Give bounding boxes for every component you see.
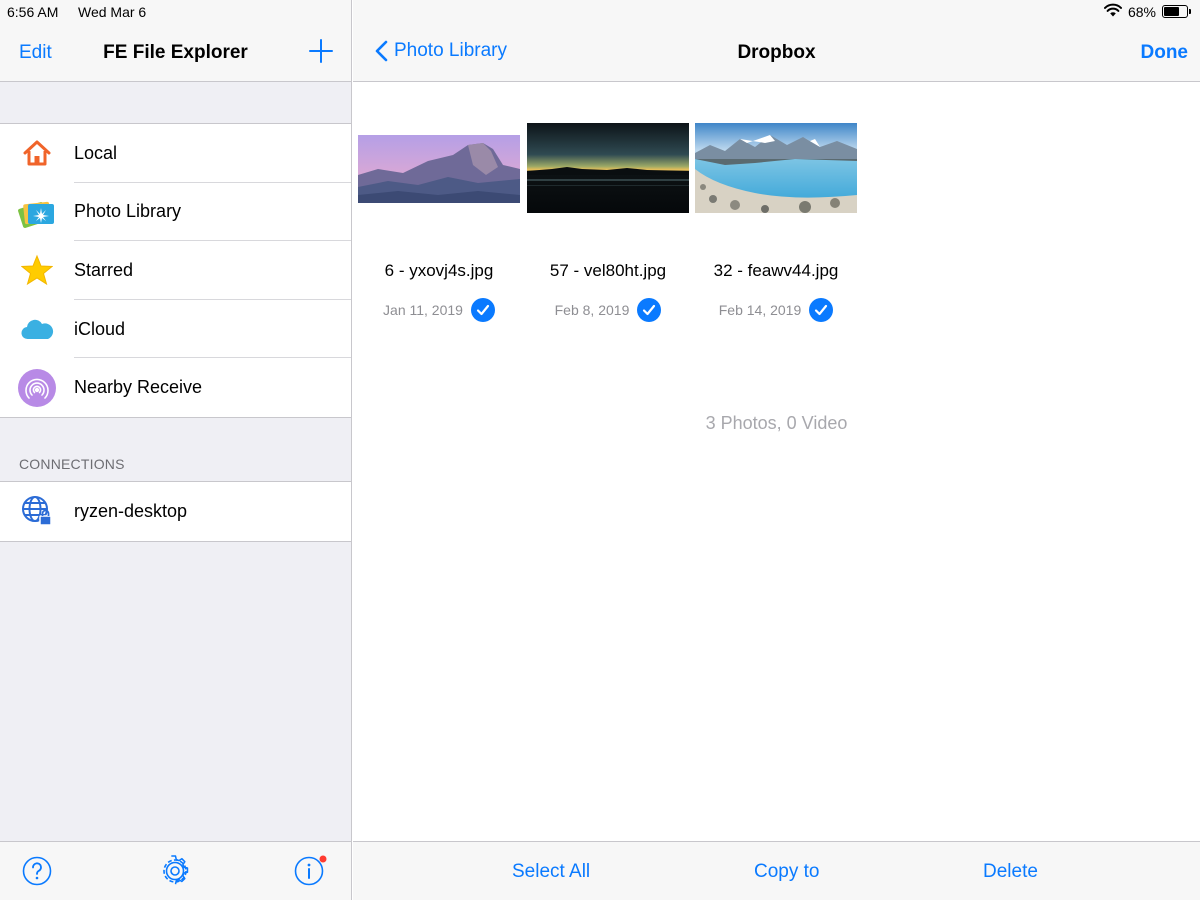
sidebar-item-starred[interactable]: Starred [0,241,351,300]
connections-list: ryzen-desktop [0,481,351,542]
status-date: Wed Mar 6 [78,4,147,20]
photo-date: Feb 14, 2019 [718,302,802,318]
chevron-left-icon [375,40,388,62]
select-all-button[interactable]: Select All [512,861,590,883]
home-icon [18,134,56,172]
sidebar-item-label: Photo Library [74,201,182,222]
back-button[interactable]: Photo Library [375,40,507,62]
help-icon[interactable] [21,855,53,887]
main-toolbar: Select All Copy to Delete [353,841,1200,900]
connection-item-ryzen-desktop[interactable]: ryzen-desktop [0,482,351,541]
photo-date: Jan 11, 2019 [383,302,463,318]
sidebar-item-label: Starred [74,259,134,280]
wifi-icon [1103,3,1122,20]
sidebar-title: FE File Explorer [103,42,248,63]
photo-filename: 32 - feawv44.jpg [713,261,839,280]
photo-thumbnail [527,123,689,213]
photo-thumbnail [695,123,857,213]
globe-lock-icon [18,492,56,530]
delete-button[interactable]: Delete [983,861,1038,883]
photo-thumbnail [358,135,520,203]
sidebar: Edit FE File Explorer Local Photo Librar… [0,0,352,900]
status-right: 68% [1103,3,1191,20]
sidebar-item-icloud[interactable]: iCloud [0,300,351,359]
photo-count: 3 Photos, 0 Video [705,413,848,433]
sidebar-item-label: iCloud [74,318,126,339]
photo-meta: Jan 11, 2019 [358,298,520,322]
status-bar: 6:56 AM Wed Mar 6 68% [0,0,1200,24]
edit-button[interactable]: Edit [19,42,52,64]
sidebar-item-photo-library[interactable]: Photo Library [0,183,351,242]
sidebar-item-local[interactable]: Local [0,124,351,183]
plus-icon[interactable] [306,36,336,66]
battery-icon [1162,5,1191,18]
copy-to-button[interactable]: Copy to [754,861,819,883]
battery-level [1164,7,1179,16]
sidebar-item-nearby-receive[interactable]: Nearby Receive [0,358,351,417]
photo-meta: Feb 14, 2019 [695,298,857,322]
back-label: Photo Library [394,40,508,61]
checkmark-icon [809,298,834,322]
sidebar-item-label: Local [74,142,118,163]
photo-library-icon [18,193,56,231]
done-button[interactable]: Done [1141,42,1189,64]
cloud-icon [18,310,56,348]
photo-filename: 57 - vel80ht.jpg [549,261,667,280]
star-icon [18,251,56,289]
connections-header: CONNECTIONS [19,456,125,472]
checkmark-icon [470,298,495,322]
battery-percent: 68% [1127,3,1156,20]
nearby-receive-icon [18,368,56,407]
locations-list: Local Photo Library Starred iCloud Nearb… [0,123,351,418]
gear-icon[interactable] [159,855,191,887]
checkmark-icon [637,298,662,322]
sidebar-item-label: Nearby Receive [74,377,203,398]
sidebar-toolbar [0,841,351,900]
photo-date: Feb 8, 2019 [554,302,630,318]
status-time: 6:56 AM [7,4,59,20]
main-panel: Photo Library Dropbox Done 6 - yxovj4s.j… [353,0,1200,900]
info-icon[interactable] [294,855,327,887]
photo-filename: 6 - yxovj4s.jpg [384,261,494,280]
photo-meta: Feb 8, 2019 [527,298,689,322]
connection-label: ryzen-desktop [74,500,188,521]
